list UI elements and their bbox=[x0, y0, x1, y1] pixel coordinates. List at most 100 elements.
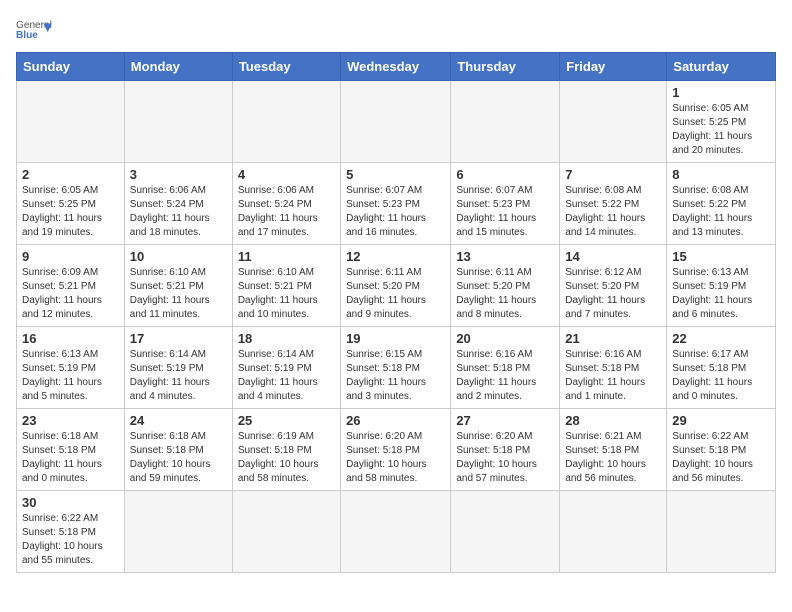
svg-text:Blue: Blue bbox=[16, 30, 38, 41]
day-cell: 20Sunrise: 6:16 AM Sunset: 5:18 PM Dayli… bbox=[451, 327, 560, 409]
day-number: 6 bbox=[456, 167, 554, 182]
day-cell: 6 Sunrise: 6:07 AM Sunset: 5:23 PM Daylig… bbox=[451, 163, 560, 245]
day-cell: 19Sunrise: 6:15 AM Sunset: 5:18 PM Dayli… bbox=[341, 327, 451, 409]
day-cell: 21Sunrise: 6:16 AM Sunset: 5:18 PM Dayli… bbox=[560, 327, 667, 409]
day-info: Sunrise: 6:10 AM Sunset: 5:21 PM Dayligh… bbox=[238, 266, 335, 322]
day-info: Sunrise: 6:13 AM Sunset: 5:19 PM Dayligh… bbox=[672, 266, 770, 322]
logo: General Blue bbox=[16, 16, 52, 44]
day-cell: 15 Sunrise: 6:13 AM Sunset: 5:19 PM Dayli… bbox=[667, 245, 776, 327]
day-info: Sunrise: 6:06 AM Sunset: 5:24 PM Dayligh… bbox=[238, 184, 335, 240]
day-info: Sunrise: 6:14 AM Sunset: 5:19 PM Dayligh… bbox=[130, 348, 227, 404]
day-info: Sunrise: 6:20 AM Sunset: 5:18 PM Dayligh… bbox=[346, 430, 445, 486]
day-info: Sunrise: 6:11 AM Sunset: 5:20 PM Dayligh… bbox=[346, 266, 445, 322]
day-number: 25 bbox=[238, 413, 335, 428]
week-row-1: 2 Sunrise: 6:05 AM Sunset: 5:25 PM Daylig… bbox=[17, 163, 776, 245]
day-number: 28 bbox=[565, 413, 661, 428]
day-cell: 11 Sunrise: 6:10 AM Sunset: 5:21 PM Dayli… bbox=[232, 245, 340, 327]
day-info: Sunrise: 6:07 AM Sunset: 5:23 PM Dayligh… bbox=[456, 184, 554, 240]
day-info: Sunrise: 6:22 AM Sunset: 5:18 PM Dayligh… bbox=[672, 430, 770, 486]
day-cell: 23Sunrise: 6:18 AM Sunset: 5:18 PM Dayli… bbox=[17, 409, 125, 491]
day-cell: 2 Sunrise: 6:05 AM Sunset: 5:25 PM Daylig… bbox=[17, 163, 125, 245]
day-cell: 14Sunrise: 6:12 AM Sunset: 5:20 PM Dayli… bbox=[560, 245, 667, 327]
day-cell bbox=[124, 81, 232, 163]
day-info: Sunrise: 6:15 AM Sunset: 5:18 PM Dayligh… bbox=[346, 348, 445, 404]
day-number: 8 bbox=[672, 167, 770, 182]
day-cell: 17 Sunrise: 6:14 AM Sunset: 5:19 PM Dayli… bbox=[124, 327, 232, 409]
day-cell bbox=[451, 81, 560, 163]
day-number: 17 bbox=[130, 331, 227, 346]
weekday-header-tuesday: Tuesday bbox=[232, 53, 340, 81]
day-number: 11 bbox=[238, 249, 335, 264]
day-cell bbox=[232, 81, 340, 163]
week-row-5: 30 Sunrise: 6:22 AM Sunset: 5:18 PM Dayli… bbox=[17, 491, 776, 573]
week-row-2: 9 Sunrise: 6:09 AM Sunset: 5:21 PM Daylig… bbox=[17, 245, 776, 327]
day-cell: 12 Sunrise: 6:11 AM Sunset: 5:20 PM Dayli… bbox=[341, 245, 451, 327]
day-info: Sunrise: 6:22 AM Sunset: 5:18 PM Dayligh… bbox=[22, 512, 119, 568]
day-number: 12 bbox=[346, 249, 445, 264]
day-cell: 10 Sunrise: 6:10 AM Sunset: 5:21 PM Dayli… bbox=[124, 245, 232, 327]
day-number: 14 bbox=[565, 249, 661, 264]
day-info: Sunrise: 6:20 AM Sunset: 5:18 PM Dayligh… bbox=[456, 430, 554, 486]
day-info: Sunrise: 6:06 AM Sunset: 5:24 PM Dayligh… bbox=[130, 184, 227, 240]
day-info: Sunrise: 6:17 AM Sunset: 5:18 PM Dayligh… bbox=[672, 348, 770, 404]
week-row-0: 1Sunrise: 6:05 AM Sunset: 5:25 PM Daylig… bbox=[17, 81, 776, 163]
day-info: Sunrise: 6:10 AM Sunset: 5:21 PM Dayligh… bbox=[130, 266, 227, 322]
weekday-header-wednesday: Wednesday bbox=[341, 53, 451, 81]
day-info: Sunrise: 6:19 AM Sunset: 5:18 PM Dayligh… bbox=[238, 430, 335, 486]
week-row-3: 16Sunrise: 6:13 AM Sunset: 5:19 PM Dayli… bbox=[17, 327, 776, 409]
day-info: Sunrise: 6:09 AM Sunset: 5:21 PM Dayligh… bbox=[22, 266, 119, 322]
day-cell: 9 Sunrise: 6:09 AM Sunset: 5:21 PM Daylig… bbox=[17, 245, 125, 327]
day-number: 26 bbox=[346, 413, 445, 428]
day-cell: 25 Sunrise: 6:19 AM Sunset: 5:18 PM Dayli… bbox=[232, 409, 340, 491]
day-cell: 1Sunrise: 6:05 AM Sunset: 5:25 PM Daylig… bbox=[667, 81, 776, 163]
day-info: Sunrise: 6:08 AM Sunset: 5:22 PM Dayligh… bbox=[565, 184, 661, 240]
calendar-body: 1Sunrise: 6:05 AM Sunset: 5:25 PM Daylig… bbox=[17, 81, 776, 573]
day-cell: 29 Sunrise: 6:22 AM Sunset: 5:18 PM Dayli… bbox=[667, 409, 776, 491]
day-cell: 3 Sunrise: 6:06 AM Sunset: 5:24 PM Daylig… bbox=[124, 163, 232, 245]
weekday-header-row: SundayMondayTuesdayWednesdayThursdayFrid… bbox=[17, 53, 776, 81]
day-cell bbox=[124, 491, 232, 573]
day-cell: 28 Sunrise: 6:21 AM Sunset: 5:18 PM Dayli… bbox=[560, 409, 667, 491]
day-cell: 30 Sunrise: 6:22 AM Sunset: 5:18 PM Dayli… bbox=[17, 491, 125, 573]
day-info: Sunrise: 6:16 AM Sunset: 5:18 PM Dayligh… bbox=[565, 348, 661, 404]
day-info: Sunrise: 6:08 AM Sunset: 5:22 PM Dayligh… bbox=[672, 184, 770, 240]
day-cell: 24 Sunrise: 6:18 AM Sunset: 5:18 PM Dayli… bbox=[124, 409, 232, 491]
day-number: 30 bbox=[22, 495, 119, 510]
weekday-header-thursday: Thursday bbox=[451, 53, 560, 81]
day-cell bbox=[560, 491, 667, 573]
day-number: 20 bbox=[456, 331, 554, 346]
day-cell bbox=[232, 491, 340, 573]
day-cell: 18Sunrise: 6:14 AM Sunset: 5:19 PM Dayli… bbox=[232, 327, 340, 409]
weekday-header-sunday: Sunday bbox=[17, 53, 125, 81]
day-info: Sunrise: 6:05 AM Sunset: 5:25 PM Dayligh… bbox=[22, 184, 119, 240]
day-cell: 8 Sunrise: 6:08 AM Sunset: 5:22 PM Daylig… bbox=[667, 163, 776, 245]
weekday-header-friday: Friday bbox=[560, 53, 667, 81]
day-number: 29 bbox=[672, 413, 770, 428]
day-number: 10 bbox=[130, 249, 227, 264]
day-cell: 5Sunrise: 6:07 AM Sunset: 5:23 PM Daylig… bbox=[341, 163, 451, 245]
calendar-table: SundayMondayTuesdayWednesdayThursdayFrid… bbox=[16, 52, 776, 573]
day-info: Sunrise: 6:18 AM Sunset: 5:18 PM Dayligh… bbox=[130, 430, 227, 486]
day-number: 2 bbox=[22, 167, 119, 182]
day-cell bbox=[667, 491, 776, 573]
day-info: Sunrise: 6:07 AM Sunset: 5:23 PM Dayligh… bbox=[346, 184, 445, 240]
day-info: Sunrise: 6:13 AM Sunset: 5:19 PM Dayligh… bbox=[22, 348, 119, 404]
day-number: 7 bbox=[565, 167, 661, 182]
day-info: Sunrise: 6:21 AM Sunset: 5:18 PM Dayligh… bbox=[565, 430, 661, 486]
day-number: 4 bbox=[238, 167, 335, 182]
day-info: Sunrise: 6:11 AM Sunset: 5:20 PM Dayligh… bbox=[456, 266, 554, 322]
weekday-header-monday: Monday bbox=[124, 53, 232, 81]
day-number: 13 bbox=[456, 249, 554, 264]
day-cell: 27 Sunrise: 6:20 AM Sunset: 5:18 PM Dayli… bbox=[451, 409, 560, 491]
day-cell bbox=[451, 491, 560, 573]
day-number: 9 bbox=[22, 249, 119, 264]
day-cell: 22 Sunrise: 6:17 AM Sunset: 5:18 PM Dayli… bbox=[667, 327, 776, 409]
day-cell: 16Sunrise: 6:13 AM Sunset: 5:19 PM Dayli… bbox=[17, 327, 125, 409]
day-number: 15 bbox=[672, 249, 770, 264]
day-number: 24 bbox=[130, 413, 227, 428]
calendar-header: SundayMondayTuesdayWednesdayThursdayFrid… bbox=[17, 53, 776, 81]
day-cell: 26 Sunrise: 6:20 AM Sunset: 5:18 PM Dayli… bbox=[341, 409, 451, 491]
day-number: 3 bbox=[130, 167, 227, 182]
day-number: 27 bbox=[456, 413, 554, 428]
day-number: 22 bbox=[672, 331, 770, 346]
